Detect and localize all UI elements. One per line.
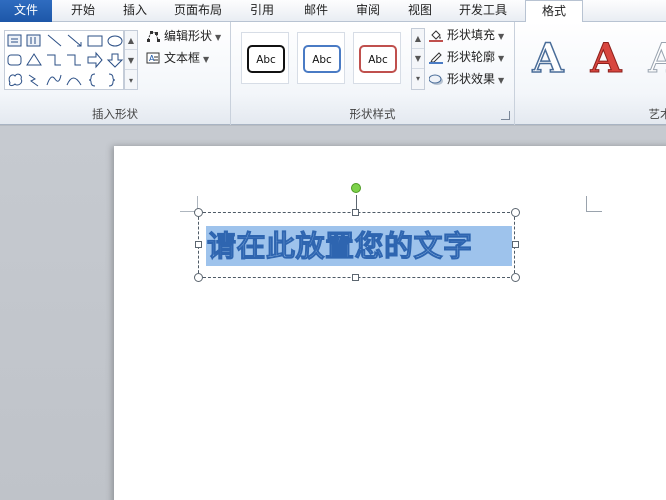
shape-style-gallery: Abc Abc Abc (237, 28, 407, 92)
resize-handle-bottom[interactable] (352, 274, 359, 281)
tab-page-layout[interactable]: 页面布局 (166, 0, 230, 22)
tab-references[interactable]: 引用 (240, 0, 284, 22)
shape-gallery-scrollbar[interactable]: ▲ ▼ ▾ (124, 30, 138, 90)
shape-gallery-icons (7, 34, 124, 87)
chevron-down-icon: ▼ (498, 32, 505, 41)
resize-handle-top[interactable] (352, 209, 359, 216)
wordart-style-1[interactable]: A (523, 34, 573, 84)
group-label-insert-shapes: 插入形状 (92, 107, 138, 121)
scroll-down-icon[interactable]: ▼ (412, 49, 424, 69)
edit-shape-button[interactable]: 编辑形状 ▼ (144, 26, 221, 46)
group-shape-styles: Abc Abc Abc ▲ ▼ ▾ 形状填充 ▼ 形状轮廓 ▼ 形状效果 ▼ 形… (231, 22, 515, 125)
text-box-content[interactable]: 请在此放置您的文字 (207, 226, 473, 266)
group-wordart-styles: A A A 艺术字样式 (515, 22, 666, 125)
scroll-up-icon[interactable]: ▲ (125, 31, 137, 50)
rotate-handle-stem (356, 195, 357, 209)
resize-handle-top-right[interactable] (511, 208, 520, 217)
dialog-launcher-icon[interactable] (501, 111, 510, 120)
wordart-style-2[interactable]: A (581, 34, 631, 84)
tab-mailings[interactable]: 邮件 (294, 0, 338, 22)
resize-handle-bottom-right[interactable] (511, 273, 520, 282)
tab-format[interactable]: 格式 (525, 0, 583, 23)
shape-gallery (4, 30, 124, 90)
group-insert-shapes: ▲ ▼ ▾ 编辑形状 ▼ A 文本框 ▼ 插入形状 (0, 22, 231, 125)
svg-text:A: A (149, 54, 155, 63)
lightning-shape-icon[interactable] (28, 74, 39, 87)
shape-style-sample: Abc (247, 45, 285, 73)
tab-insert[interactable]: 插入 (110, 0, 160, 22)
chevron-down-icon: ▼ (203, 55, 210, 64)
gallery-more-icon[interactable]: ▾ (412, 69, 424, 89)
margin-crop-mark (586, 196, 602, 212)
cloud-shape-icon[interactable] (8, 73, 23, 87)
document-workspace: 请在此放置您的文字 (0, 126, 666, 500)
pen-outline-icon (429, 52, 443, 64)
triangle-shape-icon[interactable] (26, 53, 42, 66)
group-label-wordart-styles: 艺术字样式 (648, 107, 666, 121)
shape-style-tile-3[interactable]: Abc (353, 32, 401, 84)
shape-outline-label: 形状轮廓 (447, 50, 496, 64)
arrow-line-shape-icon[interactable] (67, 34, 82, 47)
tab-home[interactable]: 开始 (58, 0, 108, 22)
text-box-label: 文本框 (164, 51, 201, 65)
rectangle-shape-icon[interactable] (87, 35, 103, 47)
document-page[interactable]: 请在此放置您的文字 (114, 146, 666, 500)
tab-view[interactable]: 视图 (398, 0, 442, 22)
group-label-shape-styles: 形状样式 (349, 107, 396, 121)
shape-effects-label: 形状效果 (447, 72, 496, 86)
paint-bucket-icon (429, 30, 443, 42)
resize-handle-right[interactable] (512, 241, 519, 248)
scroll-up-icon[interactable]: ▲ (412, 29, 424, 49)
text-box-button[interactable]: A 文本框 ▼ (144, 48, 209, 68)
tab-developer[interactable]: 开发工具 (450, 0, 516, 22)
chevron-down-icon: ▼ (215, 33, 222, 42)
shape-style-tile-1[interactable]: Abc (241, 32, 289, 84)
shape-style-tile-2[interactable]: Abc (297, 32, 345, 84)
ribbon: ▲ ▼ ▾ 编辑形状 ▼ A 文本框 ▼ 插入形状 Abc Abc Abc ▲ … (0, 22, 666, 125)
right-arrow-shape-icon[interactable] (87, 51, 103, 69)
rotate-handle[interactable] (351, 183, 361, 193)
left-brace-shape-icon[interactable] (88, 73, 96, 87)
down-arrow-shape-icon[interactable] (106, 53, 124, 68)
shape-outline-button[interactable]: 形状轮廓 ▼ (427, 47, 504, 67)
text-box-icon: A (146, 52, 160, 64)
elbow-connector-icon[interactable] (47, 54, 61, 66)
shape-effects-button[interactable]: 形状效果 ▼ (427, 69, 504, 89)
chevron-down-icon: ▼ (498, 54, 505, 63)
shape-style-sample: Abc (359, 45, 397, 73)
tab-file[interactable]: 文件 (0, 0, 52, 22)
edit-points-icon (147, 31, 160, 42)
resize-handle-left[interactable] (195, 241, 202, 248)
right-brace-shape-icon[interactable] (108, 73, 116, 87)
line-shape-icon[interactable] (47, 34, 62, 47)
shape-fill-label: 形状填充 (447, 28, 496, 42)
text-box-shape[interactable]: 请在此放置您的文字 (198, 212, 515, 278)
oval-shape-icon[interactable] (107, 35, 123, 47)
shape-fill-button[interactable]: 形状填充 ▼ (427, 25, 504, 45)
edit-shape-label: 编辑形状 (164, 29, 213, 43)
curve-shape-icon[interactable] (46, 74, 62, 86)
shape-effects-icon (429, 74, 443, 85)
rounded-rect-shape-icon[interactable] (7, 54, 22, 66)
resize-handle-top-left[interactable] (194, 208, 203, 217)
resize-handle-bottom-left[interactable] (194, 273, 203, 282)
tab-review[interactable]: 审阅 (346, 0, 390, 22)
chevron-down-icon: ▼ (498, 76, 505, 85)
arc-shape-icon[interactable] (66, 77, 82, 86)
scroll-down-icon[interactable]: ▼ (125, 51, 137, 70)
text-box-shape-icon[interactable] (7, 34, 22, 47)
wordart-style-3[interactable]: A (639, 34, 666, 84)
shape-style-sample: Abc (303, 45, 341, 73)
vertical-text-box-shape-icon[interactable] (26, 34, 41, 47)
shape-style-scrollbar[interactable]: ▲ ▼ ▾ (411, 28, 425, 90)
elbow-arrow-connector-icon[interactable] (67, 54, 81, 66)
ribbon-tab-bar: 文件 开始 插入 页面布局 引用 邮件 审阅 视图 开发工具 格式 (0, 0, 666, 23)
gallery-more-icon[interactable]: ▾ (125, 71, 137, 90)
